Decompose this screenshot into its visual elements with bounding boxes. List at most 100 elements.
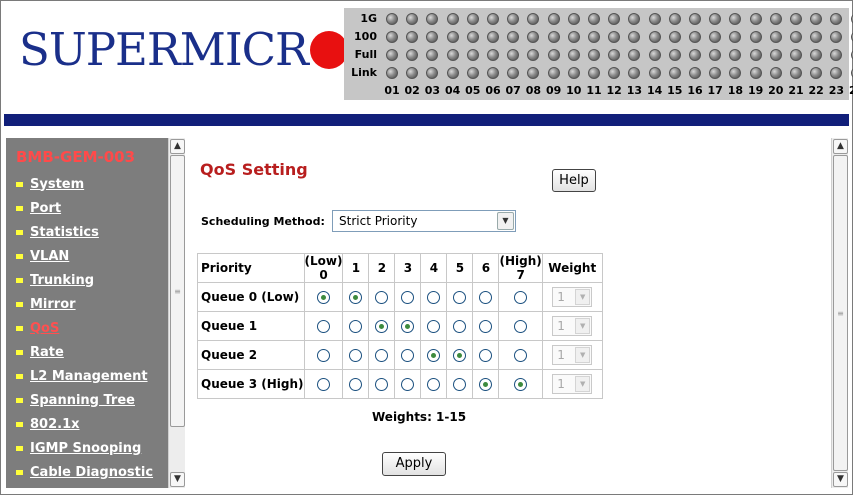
sidebar-item-label[interactable]: Trunking bbox=[30, 273, 94, 288]
bullet-icon bbox=[16, 445, 23, 451]
sidebar-item-label[interactable]: IGMP Snooping bbox=[30, 441, 141, 456]
sidebar-item-label[interactable]: System bbox=[30, 177, 84, 192]
scroll-up-icon[interactable]: ▲ bbox=[170, 139, 185, 154]
priority-2-radio[interactable] bbox=[375, 291, 389, 304]
priority-1-radio[interactable] bbox=[349, 320, 363, 333]
priority-0-radio[interactable] bbox=[317, 320, 330, 333]
priority-6-radio[interactable] bbox=[479, 378, 493, 391]
priority-1-radio[interactable] bbox=[349, 378, 363, 391]
led-row-1g: 1G bbox=[344, 11, 853, 26]
priority-4-radio[interactable] bbox=[427, 320, 441, 333]
priority-3-radio[interactable] bbox=[401, 378, 415, 391]
col-header-priority-3: 3 bbox=[394, 253, 422, 283]
priority-0-radio[interactable] bbox=[317, 349, 330, 362]
sidebar-item-label[interactable]: Rate bbox=[30, 345, 64, 360]
port-number: 19 bbox=[747, 84, 764, 97]
priority-2-radio[interactable] bbox=[375, 349, 389, 362]
priority-1-radio[interactable] bbox=[349, 291, 363, 304]
queue-name: Queue 0 (Low) bbox=[197, 282, 305, 312]
weight-select[interactable]: 1 ▼ bbox=[552, 374, 593, 394]
priority-1-radio[interactable] bbox=[349, 349, 363, 362]
priority-4-radio[interactable] bbox=[427, 378, 441, 391]
priority-5-radio[interactable] bbox=[453, 320, 467, 333]
priority-6-radio[interactable] bbox=[479, 349, 493, 362]
led-row-label: 1G bbox=[360, 12, 377, 25]
priority-4-radio[interactable] bbox=[427, 349, 441, 362]
sidebar-item-statistics[interactable]: Statistics bbox=[6, 220, 168, 244]
weight-select[interactable]: 1 ▼ bbox=[552, 316, 593, 336]
priority-2-radio[interactable] bbox=[375, 378, 389, 391]
scroll-down-icon[interactable]: ▼ bbox=[833, 472, 848, 487]
priority-6-radio[interactable] bbox=[479, 291, 493, 304]
sidebar-item-mirror[interactable]: Mirror bbox=[6, 292, 168, 316]
port-led-icon bbox=[466, 49, 479, 61]
sidebar-item-label[interactable]: Mirror bbox=[30, 297, 76, 312]
priority-7-radio[interactable] bbox=[514, 378, 528, 391]
sidebar-item-igmp-snooping[interactable]: IGMP Snooping bbox=[6, 436, 168, 460]
sidebar-item-label[interactable]: Spanning Tree bbox=[30, 393, 135, 408]
priority-7-radio[interactable] bbox=[514, 320, 528, 333]
priority-4-radio[interactable] bbox=[427, 291, 441, 304]
port-number: 22 bbox=[808, 84, 824, 97]
port-led-icon bbox=[588, 13, 600, 25]
scroll-up-icon[interactable]: ▲ bbox=[833, 139, 848, 154]
sidebar-item-system[interactable]: System bbox=[6, 172, 168, 196]
sidebar-item-cable-diagnostic[interactable]: Cable Diagnostic bbox=[6, 460, 168, 484]
table-row: Queue 2 1 ▼ bbox=[197, 340, 603, 370]
sidebar-item-label[interactable]: Port bbox=[30, 201, 61, 216]
sidebar-item-vlan[interactable]: VLAN bbox=[6, 244, 168, 268]
apply-button[interactable]: Apply bbox=[382, 452, 446, 476]
sidebar-item-802-1x[interactable]: 802.1x bbox=[6, 412, 168, 436]
weights-range-note: Weights: 1-15 bbox=[372, 410, 467, 424]
sidebar-item-port[interactable]: Port bbox=[6, 196, 168, 220]
priority-2-radio[interactable] bbox=[375, 320, 389, 333]
priority-0-radio[interactable] bbox=[317, 291, 330, 304]
priority-5-radio[interactable] bbox=[453, 378, 467, 391]
sidebar-scrollbar[interactable]: ▲ ≡ ▼ bbox=[168, 138, 185, 488]
scroll-down-icon[interactable]: ▼ bbox=[170, 472, 185, 487]
sidebar-item-spanning-tree[interactable]: Spanning Tree bbox=[6, 388, 168, 412]
priority-7-radio[interactable] bbox=[514, 291, 528, 304]
sidebar-item-trunking[interactable]: Trunking bbox=[6, 268, 168, 292]
port-led-icon bbox=[668, 31, 681, 43]
weight-select[interactable]: 1 ▼ bbox=[552, 287, 593, 307]
port-number: 14 bbox=[646, 84, 663, 97]
priority-6-radio[interactable] bbox=[479, 320, 493, 333]
priority-0-radio[interactable] bbox=[317, 378, 330, 391]
scroll-thumb[interactable]: ≡ bbox=[170, 155, 185, 427]
priority-cell bbox=[446, 340, 474, 370]
priority-3-radio[interactable] bbox=[401, 320, 415, 333]
sidebar-item-rate[interactable]: Rate bbox=[6, 340, 168, 364]
col-header-priority-4: 4 bbox=[420, 253, 448, 283]
sidebar-item-qos[interactable]: QoS bbox=[6, 316, 168, 340]
main-scrollbar[interactable]: ▲ ≡ ▼ bbox=[831, 138, 848, 488]
port-led-icon bbox=[628, 31, 641, 43]
col-header-priority-5: 5 bbox=[446, 253, 474, 283]
weight-select[interactable]: 1 ▼ bbox=[552, 345, 593, 365]
main-content: QoS Setting Help Scheduling Method: Stri… bbox=[186, 138, 826, 488]
sidebar-item-label[interactable]: VLAN bbox=[30, 249, 69, 264]
priority-5-radio[interactable] bbox=[453, 291, 467, 304]
priority-cell bbox=[342, 282, 370, 312]
chevron-down-icon[interactable]: ▼ bbox=[497, 212, 514, 230]
sidebar-item-label[interactable]: Cable Diagnostic bbox=[30, 465, 153, 480]
priority-5-radio[interactable] bbox=[453, 349, 467, 362]
table-header-row: Priority (Low) 0 1 2 3 4 5 6 (High) 7 Weig… bbox=[197, 253, 603, 283]
sidebar-nav: BMB-GEM-003 System Port Statistics VLAN Trun… bbox=[6, 138, 168, 488]
port-led-icon bbox=[810, 67, 823, 79]
bullet-icon bbox=[16, 229, 23, 235]
sidebar-item-l2-management[interactable]: L2 Management bbox=[6, 364, 168, 388]
bullet-icon bbox=[16, 325, 23, 331]
priority-7-radio[interactable] bbox=[514, 349, 528, 362]
supermicro-logo: SUPERMICR ® bbox=[19, 24, 358, 76]
sidebar-item-label[interactable]: Statistics bbox=[30, 225, 99, 240]
help-button[interactable]: Help bbox=[552, 169, 596, 192]
priority-3-radio[interactable] bbox=[401, 349, 415, 362]
priority-3-radio[interactable] bbox=[401, 291, 415, 304]
scheduling-method-select[interactable]: Strict Priority ▼ bbox=[332, 210, 516, 232]
sidebar-item-label[interactable]: L2 Management bbox=[30, 369, 148, 384]
sidebar-item-label[interactable]: 802.1x bbox=[30, 417, 80, 432]
sidebar-item-label[interactable]: QoS bbox=[30, 321, 59, 336]
queue-priority-table: Priority (Low) 0 1 2 3 4 5 6 (High) 7 Weig… bbox=[197, 253, 603, 399]
scroll-thumb[interactable]: ≡ bbox=[833, 155, 848, 471]
